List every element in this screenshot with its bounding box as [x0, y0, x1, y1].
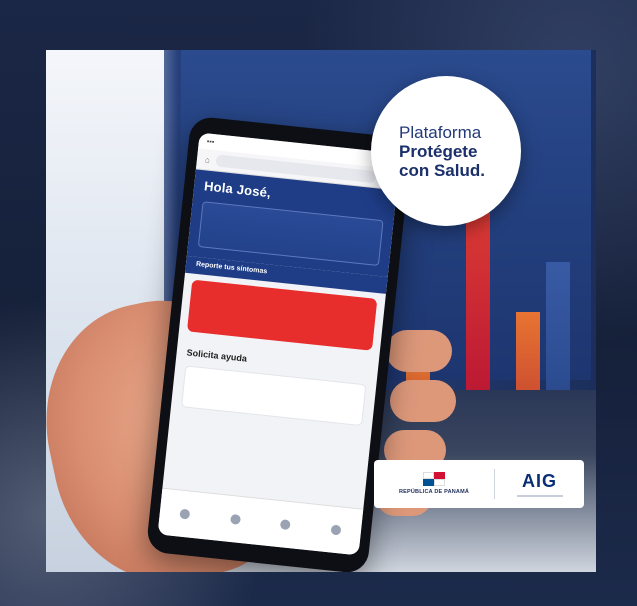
promo-poster: ▪▪▪ ▮ ⌂ ⋮ Hola José, Reporte tus síntoma… [46, 50, 596, 572]
panama-logo-text: REPÚBLICA DE PANAMÁ [398, 489, 470, 495]
panama-logo: REPÚBLICA DE PANAMÁ [374, 472, 494, 496]
platform-badge: Plataforma Protégete con Salud. [371, 76, 521, 226]
finger [386, 330, 452, 372]
app-bottom-nav [157, 487, 364, 556]
aig-logo: AIG [495, 471, 584, 497]
finger [390, 380, 456, 422]
home-icon: ⌂ [204, 154, 211, 165]
badge-line-1: Plataforma [399, 122, 482, 142]
aig-logo-underline [516, 495, 563, 497]
signal-icon: ▪▪▪ [206, 137, 215, 146]
smartphone: ▪▪▪ ▮ ⌂ ⋮ Hola José, Reporte tus síntoma… [145, 115, 413, 572]
sponsor-logos: REPÚBLICA DE PANAMÁ AIG [374, 460, 584, 508]
badge-line-2: Protégete [399, 141, 478, 161]
badge-line-3: con Salud. [399, 160, 485, 180]
nav-icon [280, 519, 292, 531]
user-info-card [197, 201, 384, 266]
aig-logo-text: AIG [521, 471, 557, 491]
nav-icon [229, 513, 241, 525]
panama-flag-icon [423, 472, 445, 486]
phone-screen: ▪▪▪ ▮ ⌂ ⋮ Hola José, Reporte tus síntoma… [157, 132, 401, 556]
nav-icon [179, 508, 191, 520]
help-card [180, 365, 367, 427]
nav-icon [330, 524, 342, 536]
